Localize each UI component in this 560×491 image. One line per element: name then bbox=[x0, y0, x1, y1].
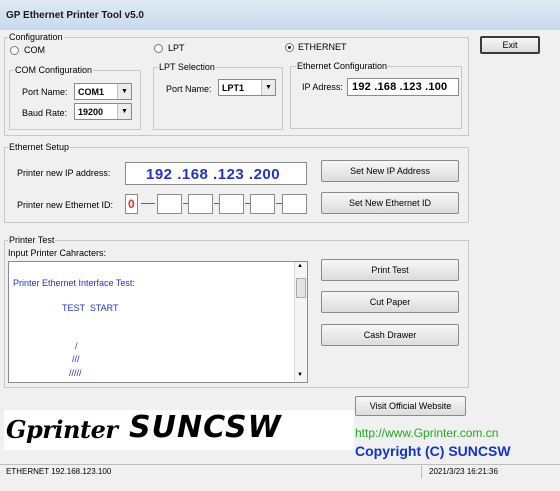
ethernet-id-seg-5[interactable] bbox=[250, 194, 275, 214]
new-ethernet-id-label: Printer new Ethernet ID: bbox=[17, 200, 114, 210]
lpt-port-value: LPT1 bbox=[222, 83, 245, 93]
ip-address-label: IP Adress: bbox=[302, 82, 343, 92]
lpt-port-label: Port Name: bbox=[166, 84, 212, 94]
ethernet-id-seg-1[interactable]: 0 bbox=[125, 194, 138, 214]
status-bar: ETHERNET 192.168.123.100 2021/3/23 16:21… bbox=[0, 464, 560, 491]
lpt-selection-group bbox=[153, 67, 283, 130]
new-ip-field[interactable]: 192 .168 .123 .200 bbox=[125, 162, 307, 185]
text-line: / bbox=[75, 341, 78, 351]
ethernet-radio[interactable] bbox=[285, 43, 294, 52]
set-new-ip-button[interactable]: Set New IP Address bbox=[321, 160, 459, 182]
chevron-down-icon[interactable]: ▼ bbox=[261, 80, 275, 95]
com-config-label: COM Configuration bbox=[14, 65, 94, 75]
lpt-radio[interactable] bbox=[154, 44, 163, 53]
set-new-ethernet-id-button[interactable]: Set New Ethernet ID bbox=[321, 192, 459, 214]
lpt-port-select[interactable]: LPT1 ▼ bbox=[218, 79, 276, 96]
ip-address-value: 192 .168 .123 .100 bbox=[352, 81, 448, 93]
text-line: TEST START bbox=[62, 303, 119, 313]
ethernet-radio-label: ETHERNET bbox=[298, 42, 347, 52]
ethernet-config-group bbox=[290, 66, 462, 129]
chevron-down-icon[interactable]: ▼ bbox=[117, 104, 131, 119]
status-connection: ETHERNET 192.168.123.100 bbox=[6, 467, 112, 476]
ethernet-setup-label: Ethernet Setup bbox=[8, 142, 71, 152]
cash-drawer-button[interactable]: Cash Drawer bbox=[321, 324, 459, 346]
gprinter-logo: Gprinter SUNCSW bbox=[4, 410, 354, 450]
text-line: /// bbox=[72, 354, 80, 364]
new-ip-value: 192 .168 .123 .200 bbox=[146, 166, 281, 183]
ethernet-id-seg-4[interactable] bbox=[219, 194, 244, 214]
scroll-up-icon[interactable]: ▲ bbox=[297, 263, 303, 269]
exit-button[interactable]: Exit bbox=[480, 36, 540, 54]
com-port-value: COM1 bbox=[78, 87, 105, 97]
baud-rate-label: Baud Rate: bbox=[22, 108, 68, 118]
ethernet-config-label: Ethernet Configuration bbox=[296, 61, 389, 71]
cut-paper-button[interactable]: Cut Paper bbox=[321, 291, 459, 313]
title-bar: GP Ethernet Printer Tool v5.0 bbox=[0, 0, 560, 30]
com-radio-label: COM bbox=[24, 45, 45, 55]
copyright-text: Copyright (C) SUNCSW bbox=[355, 443, 511, 459]
lpt-radio-label: LPT bbox=[168, 43, 185, 53]
ethernet-id-seg-3[interactable] bbox=[188, 194, 213, 214]
configuration-label: Configuration bbox=[8, 32, 64, 42]
status-datetime: 2021/3/23 16:21:36 bbox=[429, 467, 498, 476]
com-port-label: Port Name: bbox=[22, 87, 68, 97]
com-radio[interactable] bbox=[10, 46, 19, 55]
input-characters-label: Input Printer Cahracters: bbox=[8, 248, 107, 258]
website-url[interactable]: http://www.Gprinter.com.cn bbox=[355, 426, 498, 440]
text-line: ///// bbox=[69, 368, 82, 378]
ethernet-id-seg-6[interactable] bbox=[282, 194, 307, 214]
ip-address-field[interactable]: 192 .168 .123 .100 bbox=[347, 78, 459, 96]
id-separator bbox=[141, 203, 155, 204]
baud-rate-select[interactable]: 19200 ▼ bbox=[74, 103, 132, 120]
new-ip-label: Printer new IP address: bbox=[17, 168, 111, 178]
chevron-down-icon[interactable]: ▼ bbox=[117, 84, 131, 99]
text-area-scrollbar[interactable]: ▲ ▼ bbox=[294, 262, 307, 382]
ethernet-id-seg-2[interactable] bbox=[157, 194, 182, 214]
scroll-thumb[interactable] bbox=[296, 278, 306, 298]
baud-rate-value: 19200 bbox=[78, 107, 104, 117]
status-pane-left: ETHERNET 192.168.123.100 bbox=[2, 466, 422, 478]
printer-test-label: Printer Test bbox=[8, 235, 56, 245]
app-window: GP Ethernet Printer Tool v5.0 Exit Confi… bbox=[0, 0, 560, 491]
ethernet-id-first: 0 bbox=[128, 197, 135, 211]
com-config-group bbox=[9, 70, 141, 130]
lpt-selection-label: LPT Selection bbox=[158, 62, 216, 72]
print-test-button[interactable]: Print Test bbox=[321, 259, 459, 281]
com-port-select[interactable]: COM1 ▼ bbox=[74, 83, 132, 100]
text-line: Printer Ethernet Interface Test: bbox=[13, 278, 135, 288]
window-title: GP Ethernet Printer Tool v5.0 bbox=[6, 10, 144, 21]
status-pane-right: 2021/3/23 16:21:36 bbox=[425, 466, 555, 478]
visit-website-button[interactable]: Visit Official Website bbox=[355, 396, 466, 416]
scroll-down-icon[interactable]: ▼ bbox=[297, 372, 303, 378]
